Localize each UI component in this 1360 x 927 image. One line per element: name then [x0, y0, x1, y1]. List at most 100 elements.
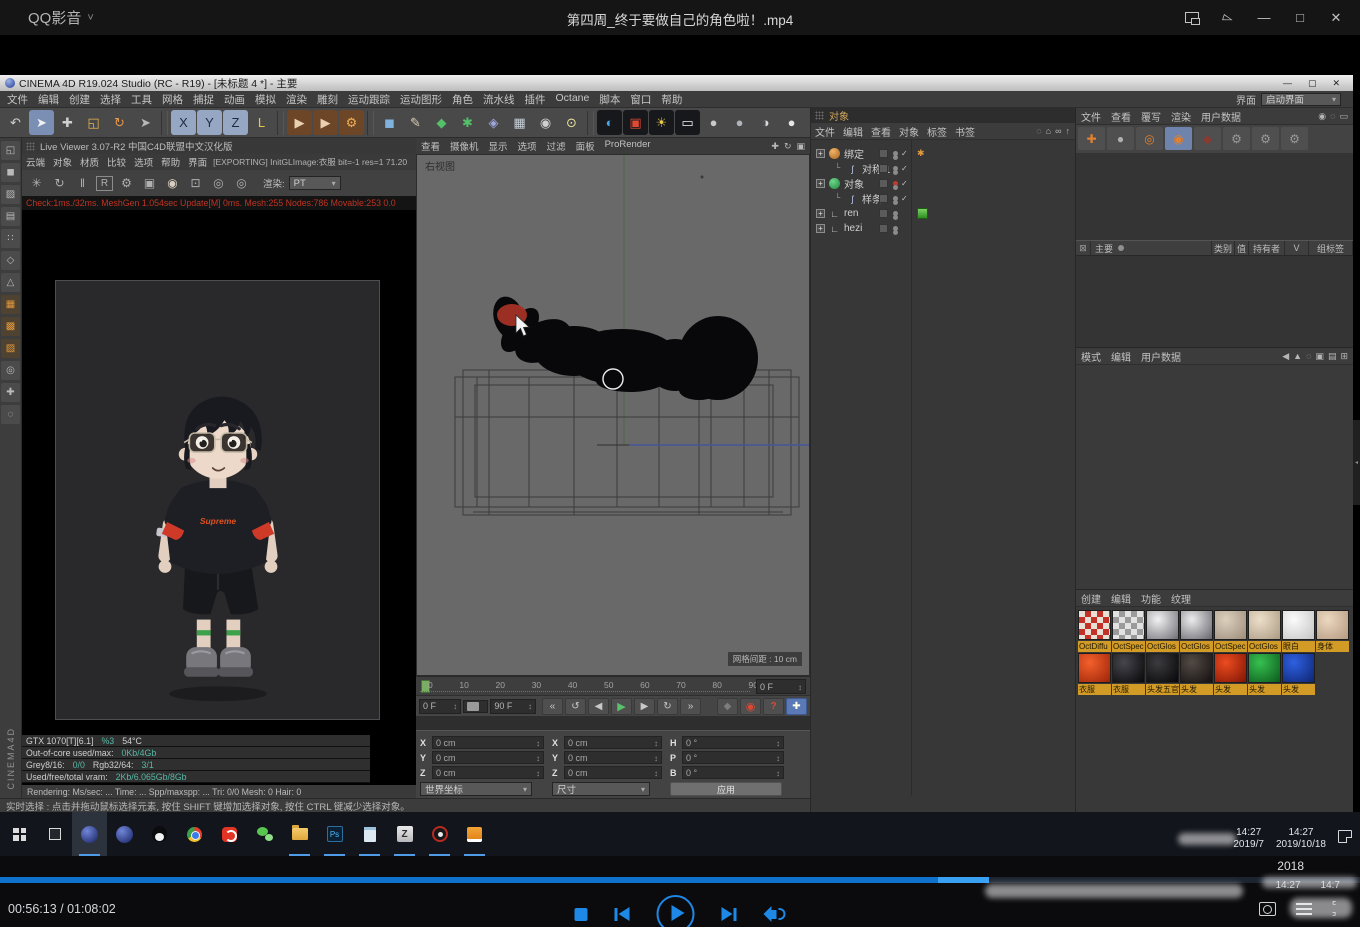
interface-dropdown[interactable]: 启动界面: [1261, 93, 1341, 106]
lock-resolution-icon[interactable]: ▣: [140, 174, 159, 193]
coordinate-space-dropdown[interactable]: 世界坐标: [420, 782, 532, 796]
last-tool-icon[interactable]: ➤: [133, 110, 158, 135]
pick-focus-icon[interactable]: ◎: [209, 174, 228, 193]
layer-toggle[interactable]: [879, 194, 888, 203]
pan-view-icon[interactable]: ✚: [771, 141, 779, 152]
up-arrow-icon[interactable]: ↑: [1066, 126, 1071, 136]
axis-y-lock-icon[interactable]: Y: [197, 110, 222, 135]
move-icon[interactable]: ✚: [55, 110, 80, 135]
menu-item[interactable]: 查看: [867, 124, 895, 139]
menu-item[interactable]: 功能: [1136, 591, 1166, 606]
menu-item[interactable]: 帮助: [656, 92, 687, 107]
previous-button[interactable]: [615, 907, 630, 921]
red-app-taskbar-icon[interactable]: [212, 812, 247, 856]
object-tree-item[interactable]: 样条: [811, 191, 1075, 206]
apply-button[interactable]: 应用: [670, 782, 782, 796]
tag-icon[interactable]: [917, 223, 928, 234]
render-mode-dropdown[interactable]: PT: [289, 176, 341, 190]
menu-item[interactable]: 用户数据: [1196, 109, 1246, 124]
polygons-mode-icon[interactable]: △: [1, 273, 20, 292]
menu-item[interactable]: 对象: [49, 155, 76, 169]
menu-item[interactable]: 编辑: [839, 124, 867, 139]
menu-item[interactable]: 工具: [126, 92, 157, 107]
light-icon[interactable]: ⊙: [559, 110, 584, 135]
axis-lock-button[interactable]: ✚: [786, 698, 807, 715]
new-take-icon[interactable]: ✚: [1078, 127, 1105, 150]
material-swatch[interactable]: 头发: [1214, 653, 1247, 695]
play-button[interactable]: ▶: [611, 698, 632, 715]
maximize-view-icon[interactable]: ▣: [796, 141, 805, 152]
menu-item[interactable]: 查看: [1106, 109, 1136, 124]
play-reverse-button[interactable]: ↺: [565, 698, 586, 715]
menu-item[interactable]: 纹理: [1166, 591, 1196, 606]
coordinate-input[interactable]: 0 cm: [432, 766, 544, 779]
menu-item[interactable]: 模式: [1076, 349, 1106, 364]
keyframe-button[interactable]: ◆: [717, 698, 738, 715]
monitor-icon[interactable]: ▭: [1339, 111, 1348, 122]
menu-item[interactable]: 标签: [923, 124, 951, 139]
loop-button[interactable]: ↻: [657, 698, 678, 715]
minimize-icon[interactable]: —: [1246, 4, 1282, 32]
layer-toggle[interactable]: [879, 224, 888, 233]
render-dot[interactable]: [893, 230, 898, 235]
tag-icon[interactable]: [917, 178, 928, 189]
render-view-icon[interactable]: ▶: [287, 110, 312, 135]
c4d-titlebar[interactable]: CINEMA 4D R19.024 Studio (RC - R19) - [未…: [0, 75, 1353, 91]
qq-taskbar-icon[interactable]: [142, 812, 177, 856]
tag-icon[interactable]: [917, 163, 928, 174]
menu-item[interactable]: Octane: [551, 92, 595, 107]
list-icon[interactable]: ▤: [1328, 351, 1337, 362]
take-column-header[interactable]: 组标签: [1309, 241, 1353, 255]
make-editable-icon[interactable]: ◱: [1, 141, 20, 160]
take-settings-3-icon[interactable]: ⚙: [1281, 127, 1308, 150]
restart-render-icon[interactable]: ↻: [50, 174, 69, 193]
menu-item[interactable]: 界面: [184, 155, 211, 169]
layer-toggle[interactable]: [879, 149, 888, 158]
mini-mode-icon[interactable]: [1174, 4, 1210, 32]
layer-toggle[interactable]: [879, 179, 888, 188]
octane-glossy-material-icon[interactable]: ●: [727, 110, 752, 135]
render-canvas[interactable]: Supreme: [22, 210, 416, 735]
material-swatch[interactable]: 头发: [1180, 653, 1213, 695]
octane-arealight-icon[interactable]: ▭: [675, 110, 700, 135]
help-button[interactable]: ?: [763, 698, 784, 715]
search-icon[interactable]: ◌: [1036, 126, 1041, 136]
main-take-row[interactable]: 主要: [1091, 241, 1212, 255]
menu-item[interactable]: 材质: [76, 155, 103, 169]
render-settings-icon[interactable]: ⚙: [339, 110, 364, 135]
tray-clock-1[interactable]: 14:272019/7: [1233, 827, 1264, 851]
menu-item[interactable]: 对象: [895, 124, 923, 139]
snapshot-icon[interactable]: [1259, 902, 1276, 916]
chrome-taskbar-icon[interactable]: [177, 812, 212, 856]
octane-live-viewer-icon[interactable]: ◐: [597, 110, 622, 135]
goto-start-button[interactable]: «: [542, 698, 563, 715]
field-icon[interactable]: ◈: [481, 110, 506, 135]
menu-item[interactable]: 网格: [157, 92, 188, 107]
next-frame-button[interactable]: ▶: [634, 698, 655, 715]
always-on-top-icon[interactable]: ▻: [1210, 4, 1246, 32]
camera-icon[interactable]: ◉: [1318, 111, 1326, 122]
expand-icon[interactable]: [816, 149, 825, 158]
prev-frame-button[interactable]: ◀: [588, 698, 609, 715]
axis-z-lock-icon[interactable]: Z: [223, 110, 248, 135]
solo-icon[interactable]: ◌: [1, 405, 20, 424]
octane-settings-icon[interactable]: ▣: [623, 110, 648, 135]
render-dot[interactable]: [893, 200, 898, 205]
play-button[interactable]: [657, 895, 695, 927]
workplane-icon[interactable]: ▤: [1, 207, 20, 226]
notification-icon[interactable]: [1338, 830, 1352, 843]
layer-toggle[interactable]: [879, 164, 888, 173]
end-frame-field[interactable]: 90 F: [490, 699, 536, 714]
material-swatch[interactable]: OctDiffu: [1078, 610, 1111, 652]
menu-item[interactable]: 查看: [416, 139, 445, 153]
menu-item[interactable]: 脚本: [594, 92, 625, 107]
menu-item[interactable]: 选择: [95, 92, 126, 107]
wechat-taskbar-icon[interactable]: [247, 812, 282, 856]
menu-item[interactable]: 覆写: [1136, 109, 1166, 124]
notes-taskbar-icon[interactable]: [457, 812, 492, 856]
material-swatch[interactable]: 头发: [1248, 653, 1281, 695]
next-button[interactable]: [722, 907, 737, 921]
panel-grip-icon[interactable]: [26, 142, 35, 151]
object-tree-item[interactable]: hezi: [811, 221, 1075, 236]
render-dot[interactable]: [893, 215, 898, 220]
